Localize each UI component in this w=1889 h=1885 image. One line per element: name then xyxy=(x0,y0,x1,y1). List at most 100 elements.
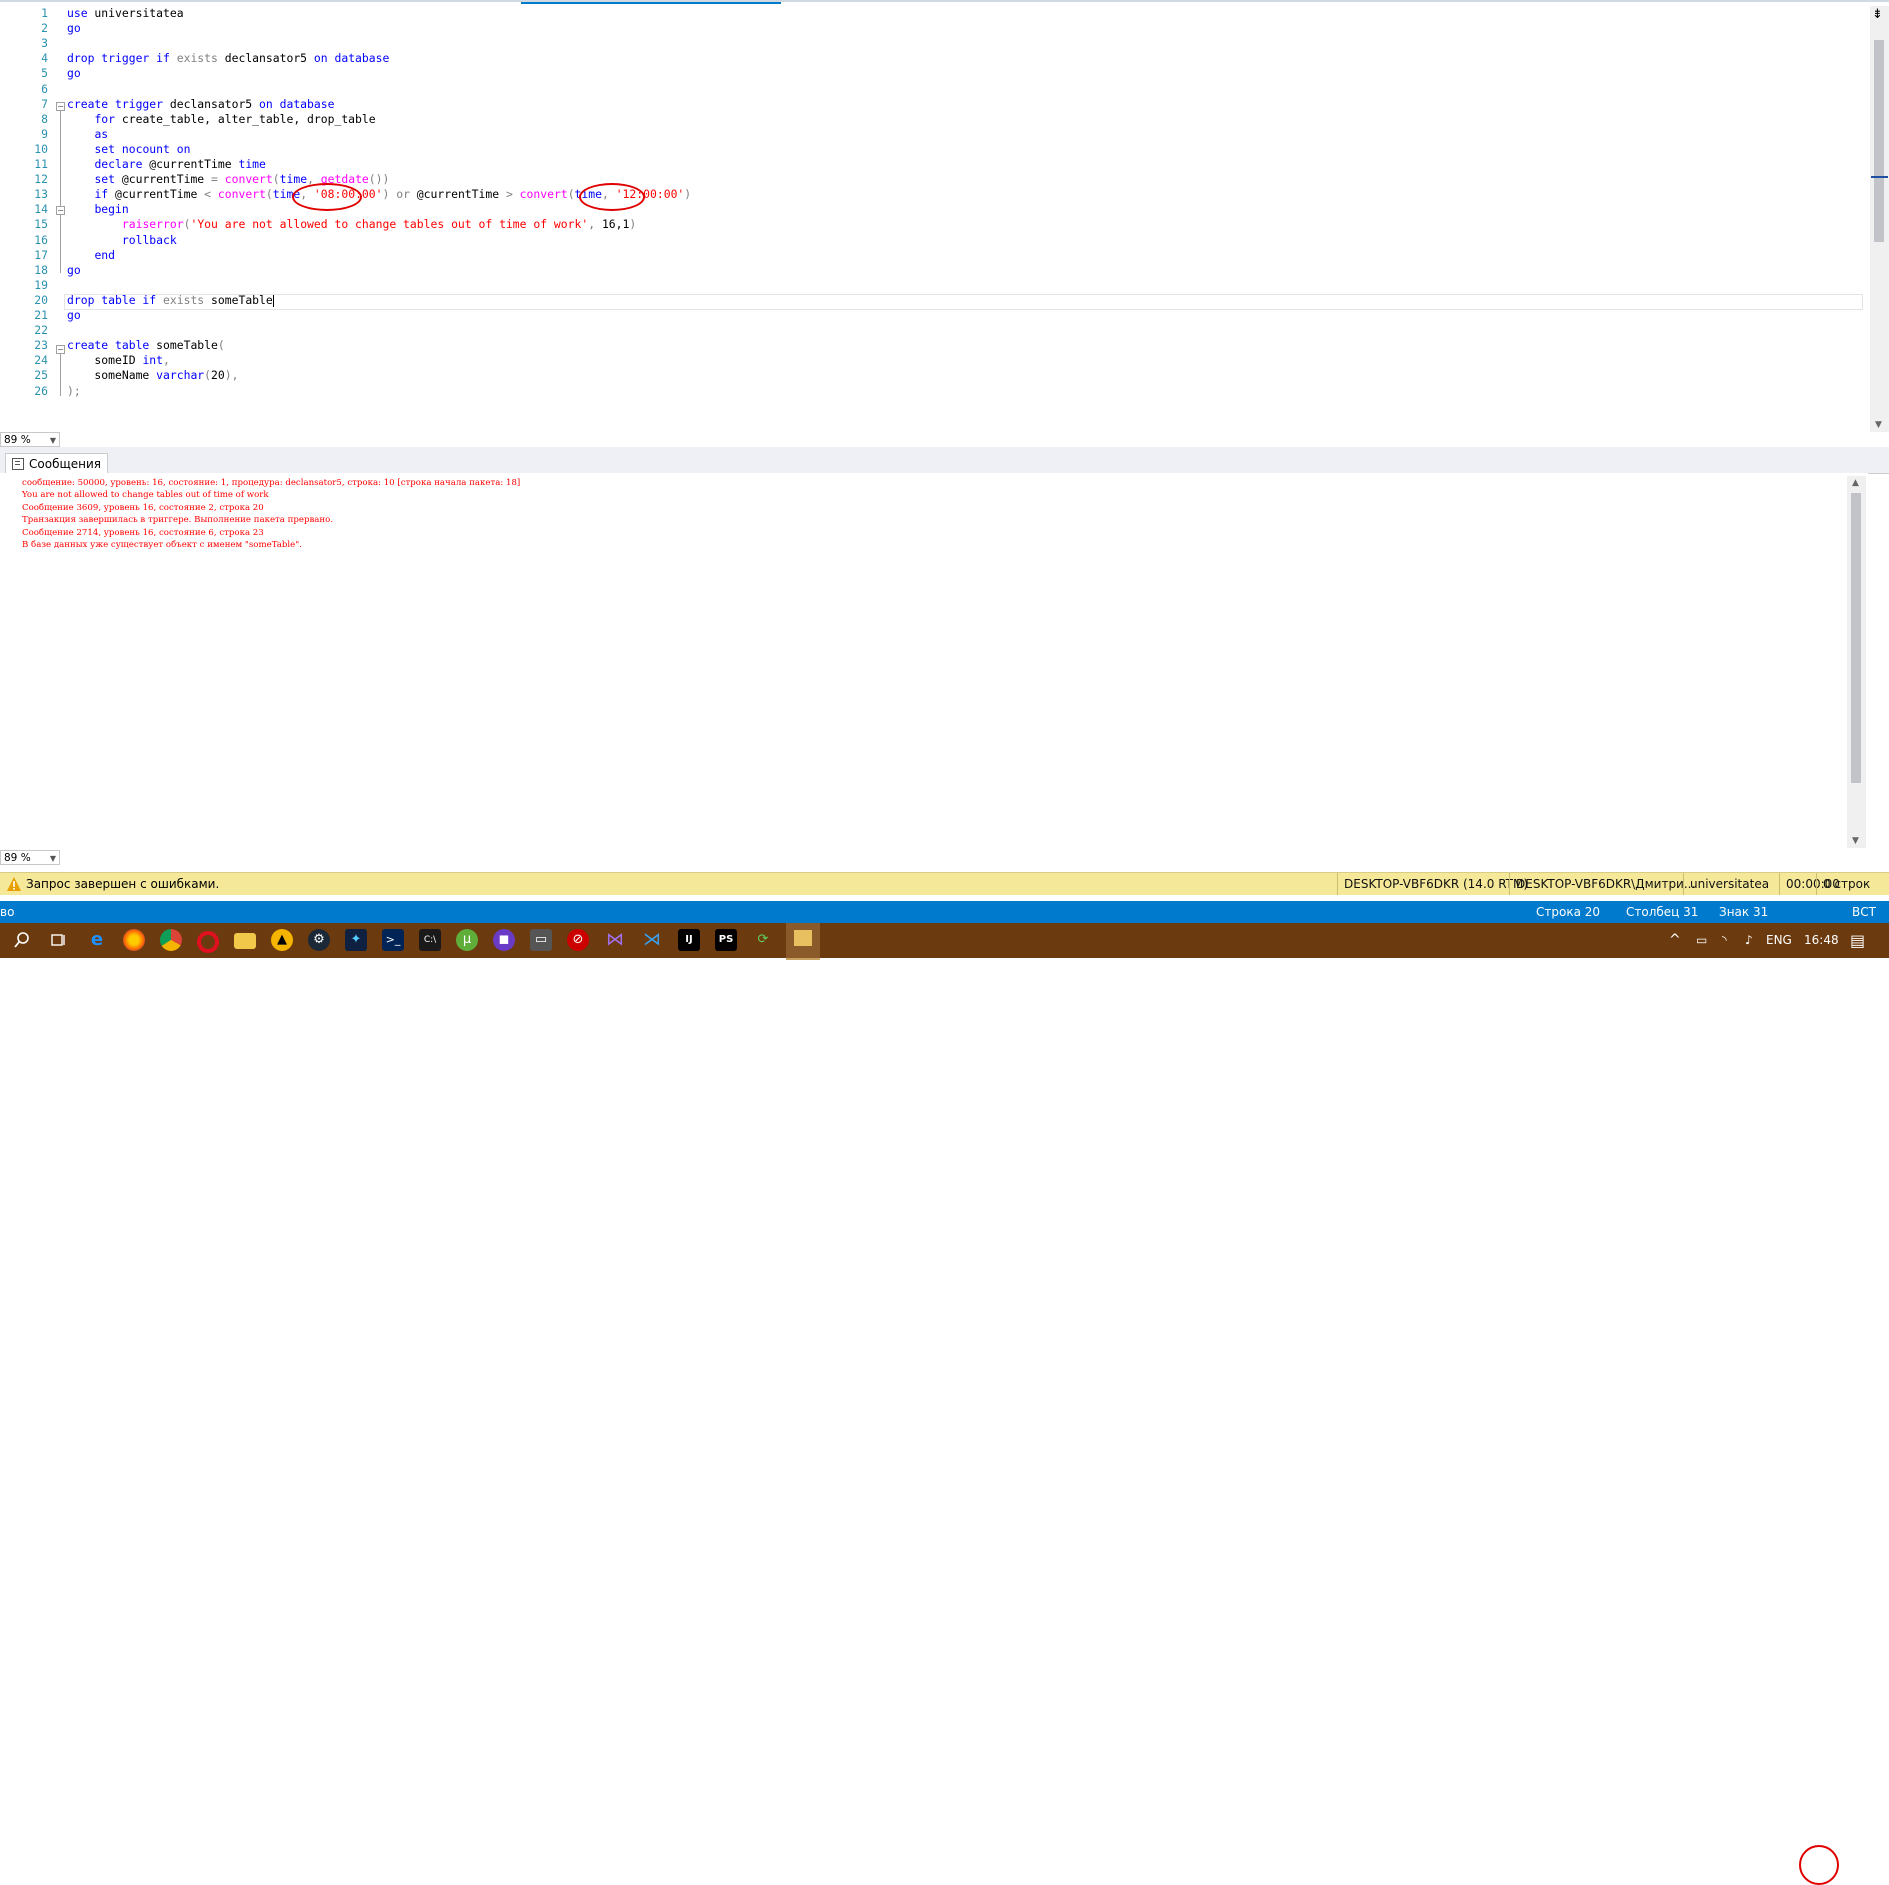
line-number: 23 xyxy=(34,338,48,353)
line-number: 8 xyxy=(41,111,48,126)
code-token: varchar xyxy=(156,368,205,383)
fold-toggle-icon[interactable]: − xyxy=(56,102,65,111)
windows-taskbar: e ▲ ⚙ ✦ >_ C:\ µ ◼ ▭ ⊘ ⋈ ⋊ IJ PS ⟳ ^ ▭ ◝… xyxy=(0,923,1889,1885)
firefox-icon[interactable] xyxy=(123,929,145,951)
code-area[interactable]: use universitatea go drop trigger if exist… xyxy=(58,4,1858,430)
scroll-position-marker xyxy=(1871,176,1888,178)
code-line[interactable]: declare @currentTime time xyxy=(67,157,265,172)
line-number: 20 xyxy=(34,292,48,307)
results-zoom-select[interactable]: 89 % ▼ xyxy=(0,850,60,865)
intellij-icon[interactable]: IJ xyxy=(678,929,700,951)
phpstorm-icon[interactable]: PS xyxy=(715,929,737,951)
app-icon[interactable]: ⊘ xyxy=(567,929,589,951)
code-line[interactable]: go xyxy=(67,308,81,323)
split-icon[interactable]: ⇟ xyxy=(1872,8,1883,21)
utorrent-icon[interactable]: µ xyxy=(456,929,478,951)
terminal-icon[interactable]: C:\ xyxy=(419,929,441,951)
code-line[interactable]: go xyxy=(67,66,81,81)
code-line[interactable]: create trigger declansator5 on database xyxy=(67,97,334,112)
visual-studio-icon[interactable]: ⋈ xyxy=(604,929,626,951)
fold-toggle-icon[interactable]: − xyxy=(56,345,65,354)
steam-icon[interactable]: ⚙ xyxy=(308,929,330,951)
code-line[interactable]: end xyxy=(67,248,115,263)
file-explorer-icon[interactable] xyxy=(234,933,256,949)
code-token: create_table, alter_table, drop_table xyxy=(115,111,376,126)
app-icon[interactable]: ◼ xyxy=(493,929,515,951)
code-line[interactable]: set nocount on xyxy=(67,142,190,157)
line-number: 3 xyxy=(41,36,48,51)
code-line[interactable]: for create_table, alter_table, drop_tabl… xyxy=(67,111,376,127)
code-line[interactable]: begin xyxy=(67,202,128,217)
query-editor[interactable]: 1 2 3 4 5 6 7 8 9 10 11 12 13 14 15 16 17 18 19 20 21 22 23 24 2… xyxy=(0,0,1889,434)
fold-toggle-icon[interactable]: − xyxy=(56,206,65,215)
volume-icon[interactable]: ♪ xyxy=(1745,923,1753,958)
wifi-icon[interactable]: ◝ xyxy=(1722,923,1727,958)
code-token: , xyxy=(588,217,602,232)
code-line[interactable]: use universitatea xyxy=(67,6,184,21)
editor-scrollbar[interactable]: ⇟ ▼ xyxy=(1870,6,1889,432)
task-view-icon[interactable] xyxy=(47,929,69,951)
code-line[interactable]: go xyxy=(67,21,81,36)
scroll-thumb[interactable] xyxy=(1874,40,1884,242)
messages-icon xyxy=(12,458,24,470)
code-line[interactable]: raiserror('You are not allowed to change… xyxy=(67,217,636,232)
powershell-icon[interactable]: >_ xyxy=(382,929,404,951)
scroll-up-icon[interactable]: ▲ xyxy=(1852,478,1859,488)
code-token: convert xyxy=(519,187,568,202)
line-number: 22 xyxy=(34,323,48,338)
annotation-circle xyxy=(1799,1845,1839,1885)
vscode-icon[interactable]: ⋊ xyxy=(641,929,663,951)
status-database: universitatea xyxy=(1683,873,1775,895)
scroll-down-icon[interactable]: ▼ xyxy=(1875,420,1882,430)
battery-icon[interactable]: ▭ xyxy=(1696,923,1707,958)
status-left-text: во xyxy=(0,905,15,919)
code-line[interactable]: someID int, xyxy=(67,353,169,368)
line-number: 15 xyxy=(34,217,48,232)
app-icon[interactable]: ⟳ xyxy=(752,929,774,951)
current-line-highlight xyxy=(64,294,1863,310)
code-token: ( xyxy=(567,187,575,202)
editor-zoom-select[interactable]: 89 % ▼ xyxy=(0,432,60,447)
line-number: 9 xyxy=(41,126,48,141)
opera-icon[interactable] xyxy=(197,931,219,953)
scroll-down-icon[interactable]: ▼ xyxy=(1852,836,1859,846)
tab-messages[interactable]: Сообщения xyxy=(5,453,109,474)
chrome-icon[interactable] xyxy=(160,929,182,951)
code-line[interactable]: ); xyxy=(67,384,81,399)
chevron-up-icon[interactable]: ^ xyxy=(1669,923,1681,958)
edge-icon[interactable]: e xyxy=(86,929,108,951)
annotation-circle xyxy=(292,183,362,211)
app-icon[interactable]: ✦ xyxy=(345,929,367,951)
ssms-taskbar-button[interactable] xyxy=(786,923,820,960)
search-icon[interactable] xyxy=(11,929,33,951)
code-token: ( xyxy=(204,368,212,383)
code-token: declansator5 xyxy=(217,51,314,66)
code-token: @currentTime xyxy=(115,172,212,187)
line-number-gutter: 1 2 3 4 5 6 7 8 9 10 11 12 13 14 15 16 17 18 19 20 21 22 23 24 2… xyxy=(0,4,58,430)
line-number: 1 xyxy=(41,6,48,20)
line-number: 18 xyxy=(34,262,48,277)
code-line[interactable]: someName varchar(20), xyxy=(67,368,238,383)
code-line[interactable]: as xyxy=(67,127,108,142)
code-line[interactable]: go xyxy=(67,263,81,278)
clock[interactable]: 16:48 xyxy=(1804,923,1839,958)
scroll-thumb[interactable] xyxy=(1851,493,1861,783)
messages-scrollbar[interactable]: ▲ ▼ xyxy=(1847,476,1866,848)
line-number: 2 xyxy=(41,21,48,36)
status-insert-mode: ВСТ xyxy=(1852,905,1876,919)
notifications-icon[interactable]: ▤ xyxy=(1850,923,1865,958)
line-number: 6 xyxy=(41,81,48,96)
code-token: = xyxy=(211,172,225,187)
code-line[interactable]: drop trigger if exists declansator5 on d… xyxy=(67,51,389,66)
language-indicator[interactable]: ENG xyxy=(1766,923,1792,958)
code-line[interactable]: create table someTable( xyxy=(67,338,225,353)
code-line[interactable]: rollback xyxy=(67,233,177,248)
app-icon[interactable]: ▲ xyxy=(271,929,293,951)
chevron-down-icon: ▼ xyxy=(49,854,56,863)
code-token: create table xyxy=(67,338,150,353)
messages-pane[interactable]: ▲ ▼ сообщение: 50000, уровень: 16, состо… xyxy=(0,473,1868,849)
app-icon[interactable]: ▭ xyxy=(530,929,552,951)
